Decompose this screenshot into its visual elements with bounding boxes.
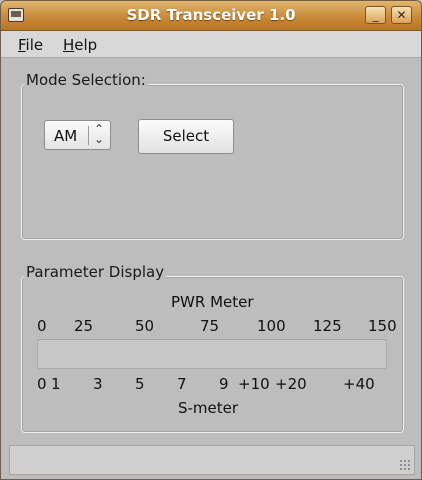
resize-grip-icon[interactable] (399, 459, 411, 471)
select-button[interactable]: Select (138, 119, 234, 154)
pwr-tick: 100 (257, 317, 286, 335)
s-meter-tick: +10 (238, 375, 270, 393)
pwr-tick: 0 (37, 317, 47, 335)
s-meter-tick: 9 (219, 375, 229, 393)
pwr-meter-bar (37, 339, 387, 369)
pwr-tick: 125 (313, 317, 342, 335)
menu-bar: File Help (1, 31, 421, 58)
mode-value: AM (54, 127, 78, 145)
s-meter-tick: 0 (37, 375, 47, 393)
pwr-tick: 150 (368, 317, 397, 335)
s-meter-tick: 3 (93, 375, 103, 393)
s-meter-tick: +40 (343, 375, 375, 393)
s-meter-title: S-meter (178, 399, 239, 417)
menu-help[interactable]: Help (63, 36, 97, 54)
s-meter-tick: 5 (135, 375, 145, 393)
window-title: SDR Transceiver 1.0 (126, 6, 296, 24)
minimize-button[interactable]: _ (365, 6, 386, 24)
app-window: SDR Transceiver 1.0 _ ✕ File Help Mode S… (0, 0, 422, 480)
updown-arrows-icon[interactable]: ⌃ ⌄ (94, 123, 104, 145)
combo-separator (88, 126, 89, 145)
title-bar[interactable]: SDR Transceiver 1.0 _ ✕ (1, 1, 421, 31)
parameter-display-label: Parameter Display (24, 263, 167, 281)
mode-combobox[interactable]: AM ⌃ ⌄ (44, 120, 111, 150)
s-meter-tick: 7 (177, 375, 187, 393)
pwr-meter-title: PWR Meter (171, 293, 254, 311)
menu-file[interactable]: File (18, 36, 43, 54)
pwr-tick: 25 (74, 317, 94, 335)
close-button[interactable]: ✕ (391, 6, 412, 24)
pwr-tick: 75 (200, 317, 220, 335)
s-meter-tick: 1 (51, 375, 61, 393)
pwr-tick: 50 (135, 317, 155, 335)
status-bar (9, 445, 415, 475)
mode-selection-label: Mode Selection: (24, 71, 148, 89)
mode-selection-frame (21, 84, 404, 240)
s-meter-tick: +20 (275, 375, 307, 393)
